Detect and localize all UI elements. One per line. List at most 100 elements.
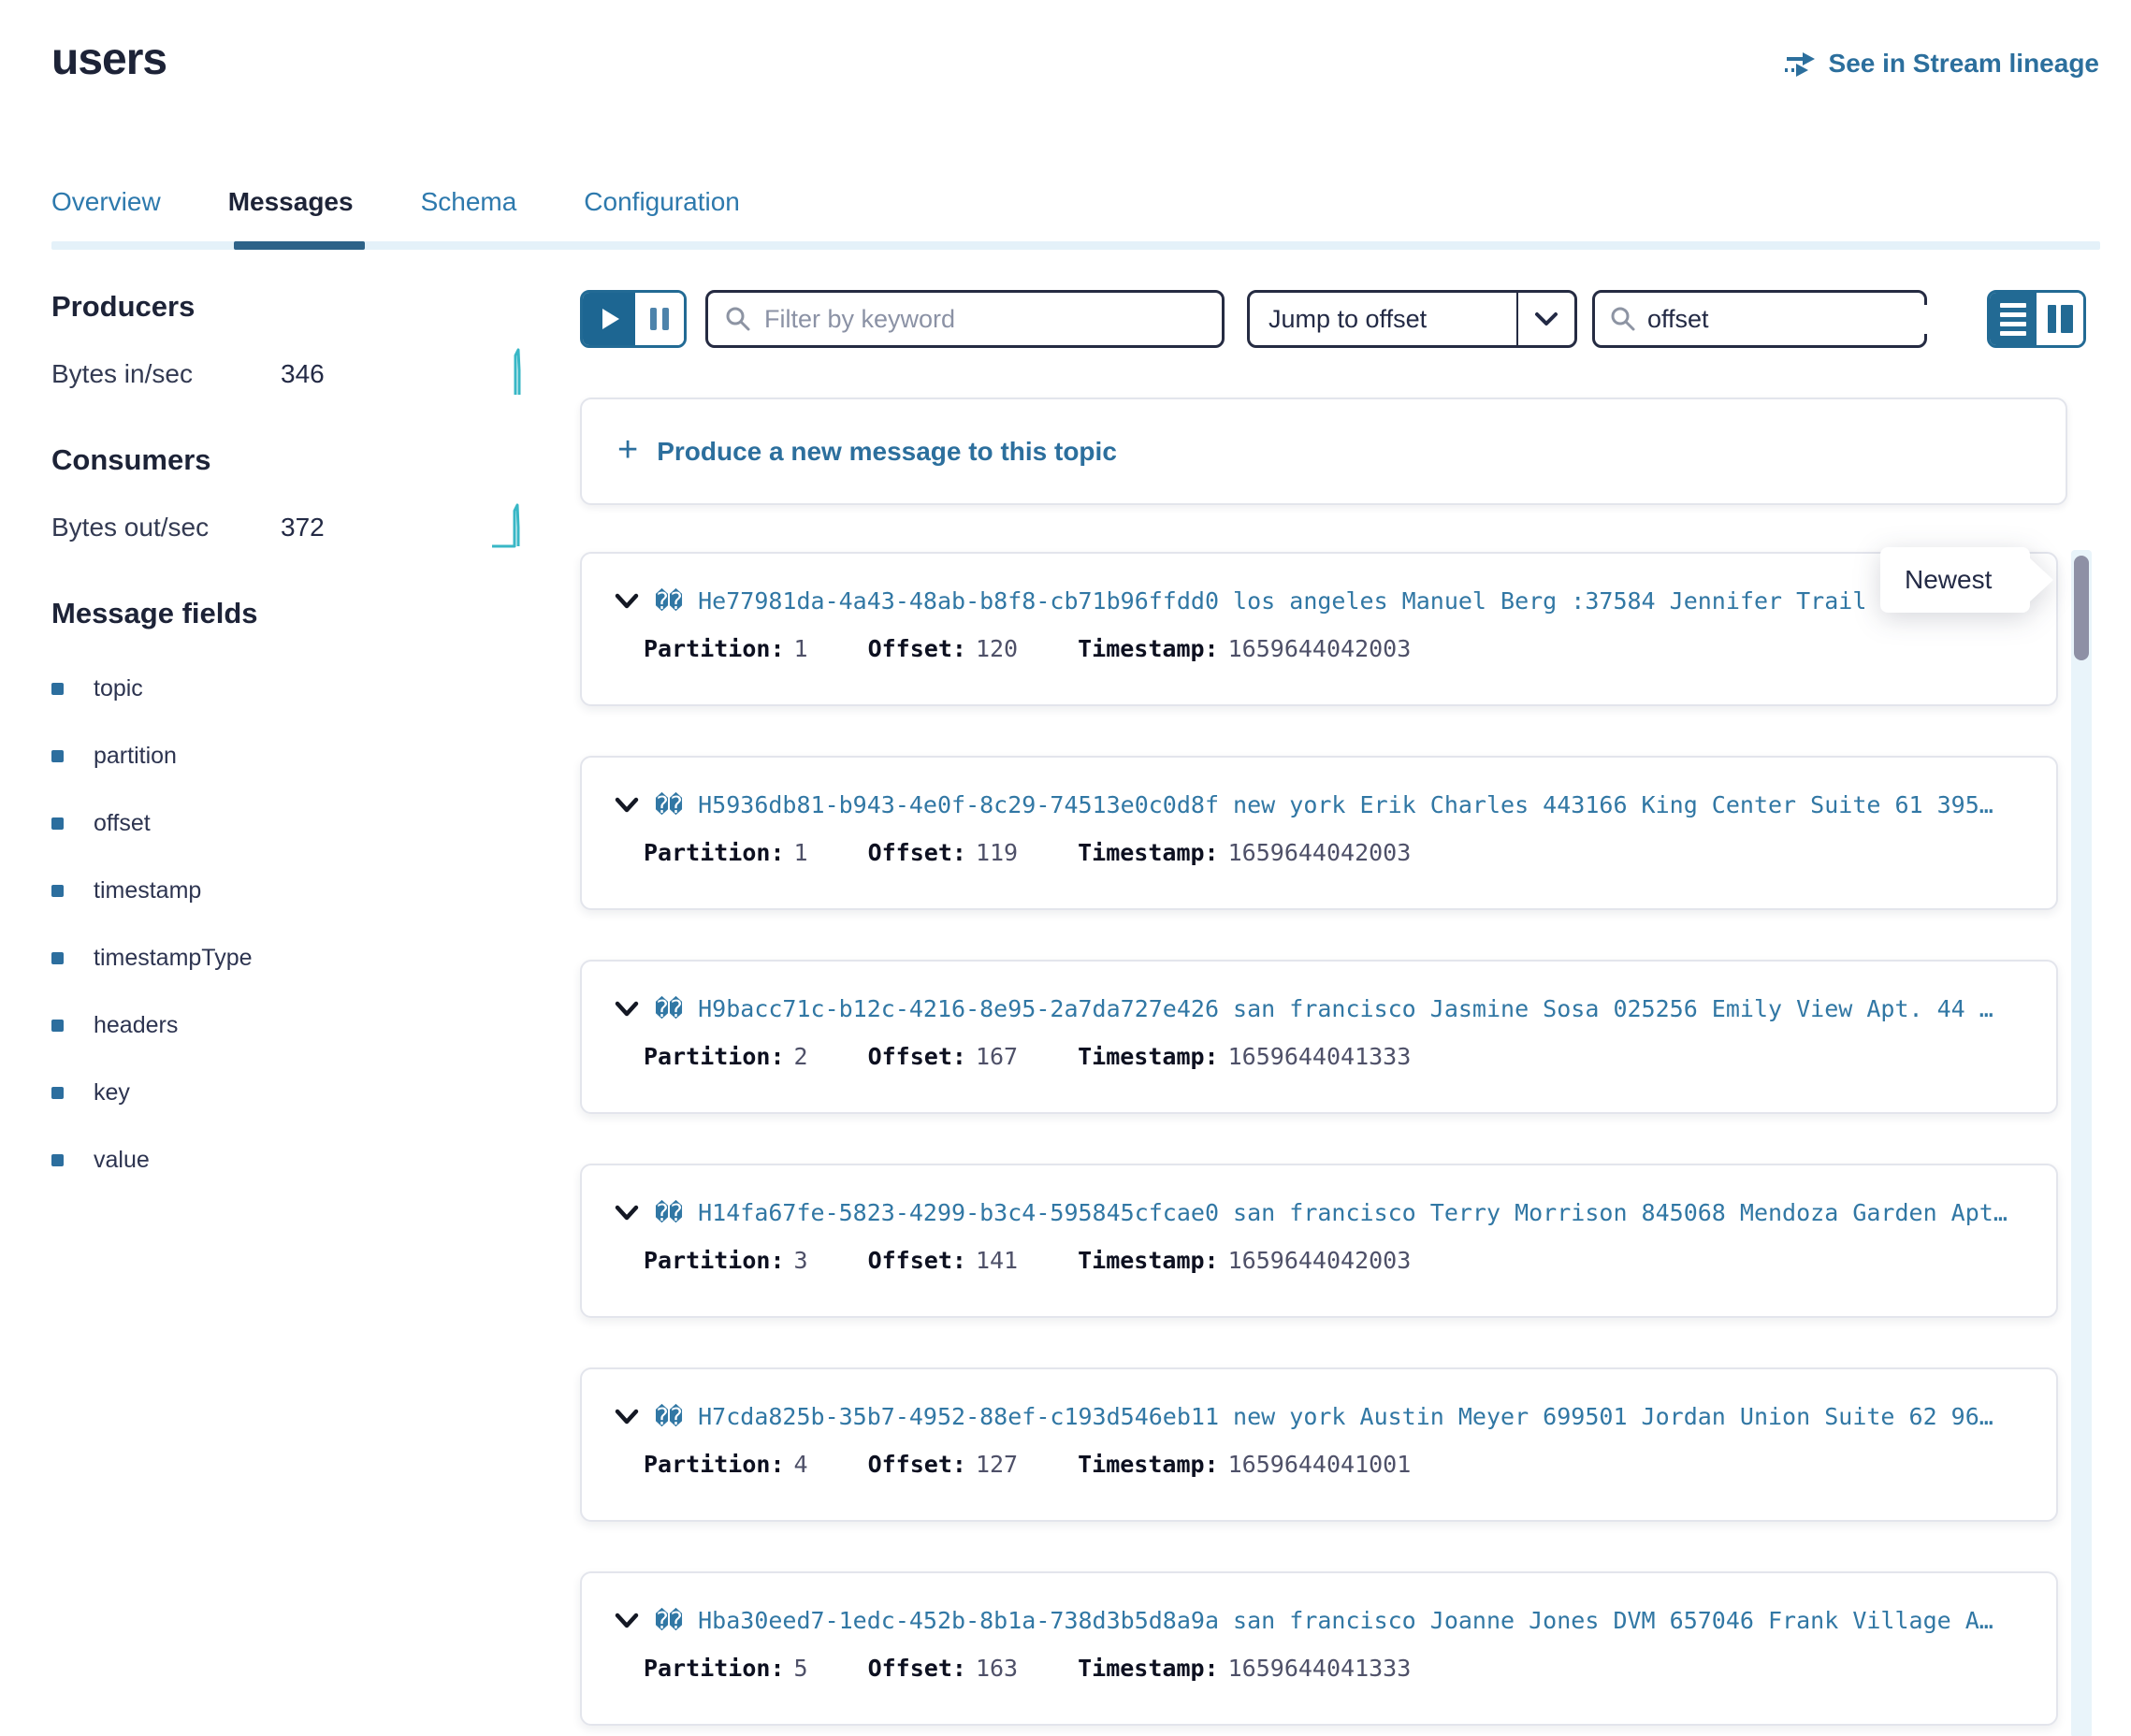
timestamp-value: 1659644041333 [1228, 1655, 1412, 1682]
message-row[interactable]: �� H7cda825b-35b7-4952-88ef-c193d546eb11… [580, 1367, 2058, 1522]
timestamp-value: 1659644041001 [1228, 1451, 1412, 1478]
offset-pair: Offset:141 [868, 1247, 1019, 1274]
message-meta: Partition:5 Offset:163 Timestamp:1659644… [644, 1655, 2028, 1682]
chevron-down-icon[interactable] [614, 592, 640, 611]
jump-to-offset-select[interactable]: Jump to offset [1247, 290, 1577, 348]
bytes-out-sparkline [490, 499, 533, 552]
offset-value: 141 [976, 1247, 1018, 1274]
filter-input-wrap [705, 290, 1225, 348]
offset-value: 167 [976, 1043, 1018, 1070]
timestamp-pair: Timestamp:1659644041333 [1078, 1655, 1411, 1682]
offset-pair: Offset:163 [868, 1655, 1019, 1682]
field-item-headers[interactable]: headers [51, 1012, 529, 1039]
message-text[interactable]: H5936db81-b943-4e0f-8c29-74513e0c0d8f ne… [698, 791, 1993, 818]
filter-input[interactable] [764, 305, 1205, 334]
timestamp-value: 1659644042003 [1228, 635, 1412, 662]
chevron-down-icon[interactable] [614, 1204, 640, 1222]
field-item-offset[interactable]: offset [51, 810, 529, 837]
chevron-down-icon[interactable] [614, 1612, 640, 1630]
plus-icon: + [617, 432, 638, 468]
stream-lineage-label: See in Stream lineage [1829, 49, 2099, 79]
field-item-key[interactable]: key [51, 1079, 529, 1107]
scrollbar-track[interactable] [2071, 550, 2092, 1736]
stream-lineage-link[interactable]: See in Stream lineage [1784, 49, 2099, 79]
sidebar: Producers Bytes in/sec 346 Consumers Byt… [51, 290, 529, 1214]
timestamp-pair: Timestamp:1659644041001 [1078, 1451, 1411, 1478]
replacement-glyphs: �� [655, 791, 683, 818]
bytes-in-sparkline [501, 346, 533, 398]
partition-pair: Partition:3 [644, 1247, 808, 1274]
message-text[interactable]: H14fa67fe-5823-4299-b3c4-595845cfcae0 sa… [698, 1199, 2008, 1226]
message-row[interactable]: �� He77981da-4a43-48ab-b8f8-cb71b96ffdd0… [580, 552, 2058, 706]
chevron-down-icon[interactable] [1516, 293, 1574, 345]
message-meta: Partition:4 Offset:127 Timestamp:1659644… [644, 1451, 2028, 1478]
message-text[interactable]: He77981da-4a43-48ab-b8f8-cb71b96ffdd0 lo… [698, 587, 1894, 615]
tab-messages[interactable]: Messages [228, 187, 354, 217]
field-item-timestampType[interactable]: timestampType [51, 945, 529, 972]
message-row[interactable]: �� H14fa67fe-5823-4299-b3c4-595845cfcae0… [580, 1164, 2058, 1318]
bullet-icon [51, 885, 64, 897]
timestamp-pair: Timestamp:1659644042003 [1078, 1247, 1411, 1274]
chevron-down-icon[interactable] [614, 796, 640, 815]
partition-value: 3 [794, 1247, 808, 1274]
message-text[interactable]: Hba30eed7-1edc-452b-8b1a-738d3b5d8a9a sa… [698, 1607, 1993, 1634]
list-view-button[interactable] [1990, 293, 2037, 345]
pause-button[interactable] [635, 293, 684, 345]
timestamp-pair: Timestamp:1659644042003 [1078, 839, 1411, 866]
consumers-heading: Consumers [51, 443, 529, 477]
offset-value: 120 [976, 635, 1018, 662]
messages-panel: Jump to offset [580, 290, 2086, 1736]
message-meta: Partition:1 Offset:120 Timestamp:1659644… [644, 635, 2028, 662]
field-item-topic[interactable]: topic [51, 675, 529, 702]
messages-toolbar: Jump to offset [580, 290, 2086, 348]
view-toggle-group [1987, 290, 2086, 348]
message-meta: Partition:1 Offset:119 Timestamp:1659644… [644, 839, 2028, 866]
field-item-timestamp[interactable]: timestamp [51, 877, 529, 904]
message-meta: Partition:3 Offset:141 Timestamp:1659644… [644, 1247, 2028, 1274]
message-row[interactable]: �� H9bacc71c-b12c-4216-8e95-2a7da727e426… [580, 960, 2058, 1114]
bullet-icon [51, 683, 64, 695]
partition-value: 5 [794, 1655, 808, 1682]
timestamp-value: 1659644041333 [1228, 1043, 1412, 1070]
bullet-icon [51, 750, 64, 762]
bytes-out-stat: Bytes out/sec 372 [51, 513, 529, 542]
replacement-glyphs: �� [655, 1607, 683, 1634]
scrollbar-thumb[interactable] [2074, 556, 2089, 660]
replacement-glyphs: �� [655, 995, 683, 1022]
chevron-down-icon[interactable] [614, 1408, 640, 1426]
field-item-partition[interactable]: partition [51, 743, 529, 770]
partition-value: 2 [794, 1043, 808, 1070]
tab-overview[interactable]: Overview [51, 187, 161, 217]
play-button[interactable] [583, 293, 635, 345]
partition-pair: Partition:5 [644, 1655, 808, 1682]
list-view-icon [2000, 303, 2026, 308]
chevron-down-icon[interactable] [614, 1000, 640, 1019]
message-row[interactable]: �� H5936db81-b943-4e0f-8c29-74513e0c0d8f… [580, 756, 2058, 910]
offset-value: 119 [976, 839, 1018, 866]
timestamp-pair: Timestamp:1659644041333 [1078, 1043, 1411, 1070]
tab-schema[interactable]: Schema [421, 187, 517, 217]
partition-value: 1 [794, 839, 808, 866]
replacement-glyphs: �� [655, 1199, 683, 1226]
message-meta: Partition:2 Offset:167 Timestamp:1659644… [644, 1043, 2028, 1070]
field-item-value[interactable]: value [51, 1147, 529, 1174]
message-row[interactable]: �� Hba30eed7-1edc-452b-8b1a-738d3b5d8a9a… [580, 1571, 2058, 1726]
offset-pair: Offset:127 [868, 1451, 1019, 1478]
offset-input[interactable] [1647, 305, 1979, 334]
bullet-icon [51, 817, 64, 830]
stream-lineage-icon [1784, 50, 1818, 78]
page-title: users [51, 34, 167, 85]
message-fields-list: topic partition offset timestamp timesta… [51, 675, 529, 1174]
partition-pair: Partition:2 [644, 1043, 808, 1070]
message-text[interactable]: H7cda825b-35b7-4952-88ef-c193d546eb11 ne… [698, 1403, 1993, 1430]
offset-search-wrap [1592, 290, 1927, 348]
message-text[interactable]: H9bacc71c-b12c-4216-8e95-2a7da727e426 sa… [698, 995, 1993, 1022]
tab-configuration[interactable]: Configuration [584, 187, 740, 217]
bullet-icon [51, 952, 64, 964]
produce-message-label: Produce a new message to this topic [657, 437, 1117, 467]
bullet-icon [51, 1020, 64, 1032]
column-view-button[interactable] [2037, 293, 2083, 345]
bullet-icon [51, 1087, 64, 1099]
produce-message-button[interactable]: + Produce a new message to this topic [580, 398, 2067, 505]
message-fields-heading: Message fields [51, 597, 529, 630]
